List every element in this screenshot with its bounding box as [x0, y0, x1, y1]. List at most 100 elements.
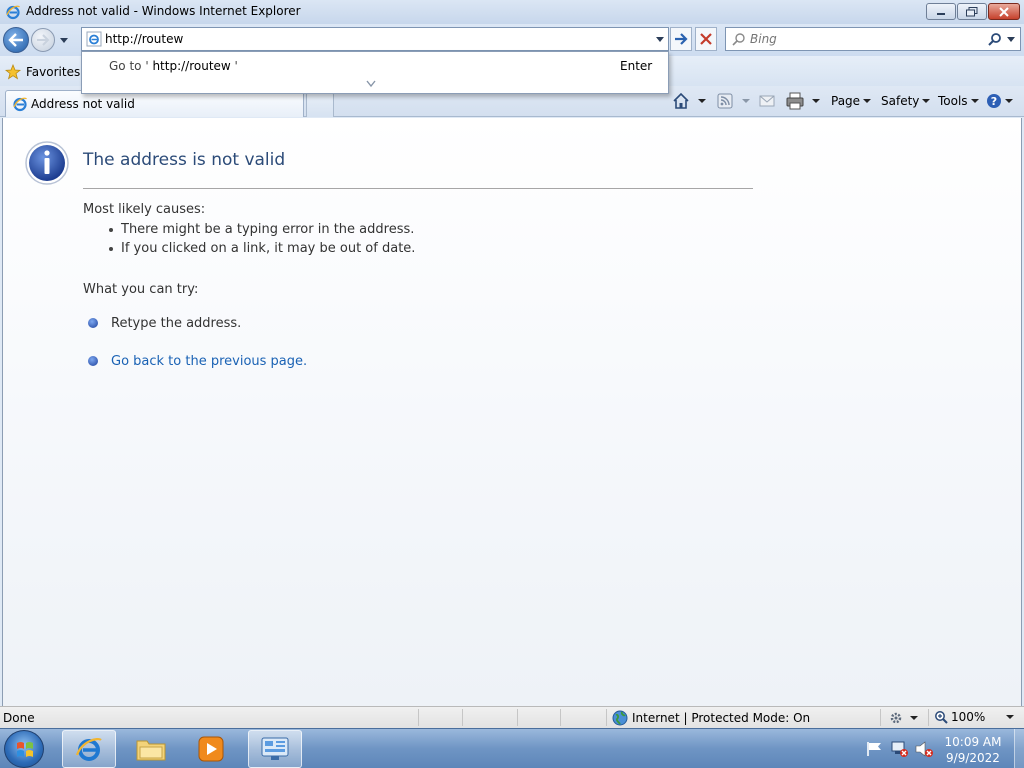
print-icon: [786, 92, 804, 110]
divider: [560, 709, 561, 726]
ie-icon: [13, 97, 28, 112]
search-options-dropdown[interactable]: [1006, 34, 1016, 44]
window-title: Address not valid - Windows Internet Exp…: [26, 4, 301, 18]
divider: [418, 709, 419, 726]
star-icon: [5, 64, 21, 80]
taskbar: 10:09 AM 9/9/2022: [0, 728, 1024, 768]
expand-autocomplete-icon[interactable]: [366, 80, 376, 88]
new-tab-button[interactable]: [306, 92, 334, 117]
favorites-button[interactable]: Favorites: [5, 61, 80, 83]
enter-hint: Enter: [620, 59, 653, 73]
popup-settings-button[interactable]: [888, 710, 918, 726]
home-button[interactable]: [672, 90, 690, 112]
feeds-button[interactable]: [717, 90, 733, 112]
goto-suffix: ': [230, 59, 238, 73]
folder-icon: [136, 740, 166, 761]
page-content: The address is not valid Most likely cau…: [2, 118, 1022, 706]
chevron-down-icon: [742, 99, 750, 103]
tools-menu-label: Tools: [938, 94, 968, 108]
tab-address-not-valid[interactable]: Address not valid: [5, 90, 304, 117]
taskbar-item-network[interactable]: [248, 730, 302, 768]
go-back-link[interactable]: Go back to the previous page.: [111, 354, 307, 369]
mail-icon: [759, 95, 775, 107]
status-text: Done: [3, 711, 35, 725]
search-box[interactable]: [725, 27, 1021, 51]
flag-icon[interactable]: [866, 741, 884, 757]
zone-text: Internet | Protected Mode: On: [632, 711, 811, 725]
cause-item: If you clicked on a link, it may be out …: [109, 241, 415, 256]
go-button[interactable]: [670, 27, 692, 51]
goto-url: http://routew: [152, 59, 231, 73]
address-bar[interactable]: [81, 27, 669, 51]
network-status-icon[interactable]: [890, 740, 910, 758]
print-dropdown[interactable]: [812, 90, 820, 112]
chevron-down-icon: [812, 99, 820, 103]
clock-date: 9/9/2022: [946, 751, 1000, 765]
security-zone[interactable]: Internet | Protected Mode: On: [612, 710, 810, 726]
taskbar-item-media-player[interactable]: [184, 730, 238, 768]
minimize-button[interactable]: [926, 3, 956, 20]
ie-page-icon: [86, 31, 102, 47]
cause-text: If you clicked on a link, it may be out …: [121, 241, 416, 256]
retype-address-text: Retype the address.: [111, 316, 242, 331]
bullet: [109, 246, 113, 251]
page-menu-button[interactable]: Page: [831, 90, 872, 112]
close-window-button[interactable]: [988, 3, 1020, 20]
mail-button[interactable]: [759, 90, 775, 112]
restore-icon: [966, 6, 978, 16]
title-divider: [83, 188, 753, 189]
back-button[interactable]: [3, 27, 29, 53]
help-icon: ?: [987, 94, 1001, 108]
favorites-label: Favorites: [26, 65, 81, 79]
title-bar: Address not valid - Windows Internet Exp…: [0, 0, 1024, 24]
forward-arrow-icon: [37, 34, 50, 46]
chevron-down-icon: [970, 99, 979, 103]
volume-muted-icon[interactable]: [914, 740, 934, 758]
home-dropdown[interactable]: [698, 90, 706, 112]
goto-prefix: Go to ': [109, 59, 149, 73]
divider: [928, 709, 929, 726]
help-button[interactable]: ?: [986, 90, 1013, 112]
taskbar-item-explorer[interactable]: [124, 730, 178, 768]
causes-heading: Most likely causes:: [83, 202, 206, 217]
minimize-icon: [937, 12, 945, 15]
zoom-control[interactable]: 100%: [934, 710, 1015, 724]
recent-pages-dropdown[interactable]: [58, 34, 70, 46]
safety-menu-button[interactable]: Safety: [881, 90, 931, 112]
close-icon: [999, 6, 1009, 17]
divider: [517, 709, 518, 726]
bullet-orb-icon: [88, 356, 98, 366]
start-button[interactable]: [4, 730, 44, 768]
magnifier-icon[interactable]: [988, 32, 1002, 46]
bullet: [109, 227, 113, 232]
zoom-magnifier-icon: [935, 711, 948, 724]
feeds-dropdown[interactable]: [742, 90, 750, 112]
autocomplete-goto-item[interactable]: Go to ' http://routew ': [109, 59, 238, 73]
chevron-down-icon: [698, 99, 706, 103]
svg-text:?: ?: [991, 95, 997, 108]
address-input[interactable]: [105, 30, 645, 48]
search-input[interactable]: [750, 30, 980, 48]
chevron-down-icon: [910, 716, 918, 720]
media-player-icon: [198, 736, 224, 762]
try-heading: What you can try:: [83, 282, 199, 297]
chevron-down-icon: [1005, 99, 1013, 103]
chevron-down-icon: [863, 99, 872, 103]
feeds-icon: [717, 93, 733, 109]
cause-text: There might be a typing error in the add…: [121, 222, 415, 237]
tools-menu-button[interactable]: Tools: [938, 90, 979, 112]
print-button[interactable]: [786, 90, 804, 112]
restore-button[interactable]: [957, 3, 987, 20]
stop-button[interactable]: [695, 27, 717, 51]
forward-button[interactable]: [31, 28, 55, 52]
tab-label: Address not valid: [31, 97, 135, 111]
ie-icon: [6, 5, 21, 20]
divider: [880, 709, 881, 726]
taskbar-item-internet-explorer[interactable]: [62, 730, 116, 768]
safety-menu-label: Safety: [881, 94, 920, 108]
system-clock[interactable]: 10:09 AM 9/9/2022: [940, 734, 1006, 766]
info-icon: [25, 141, 69, 185]
chevron-down-icon[interactable]: [654, 33, 666, 45]
show-desktop-button[interactable]: [1014, 729, 1024, 768]
zoom-level: 100%: [951, 710, 986, 724]
